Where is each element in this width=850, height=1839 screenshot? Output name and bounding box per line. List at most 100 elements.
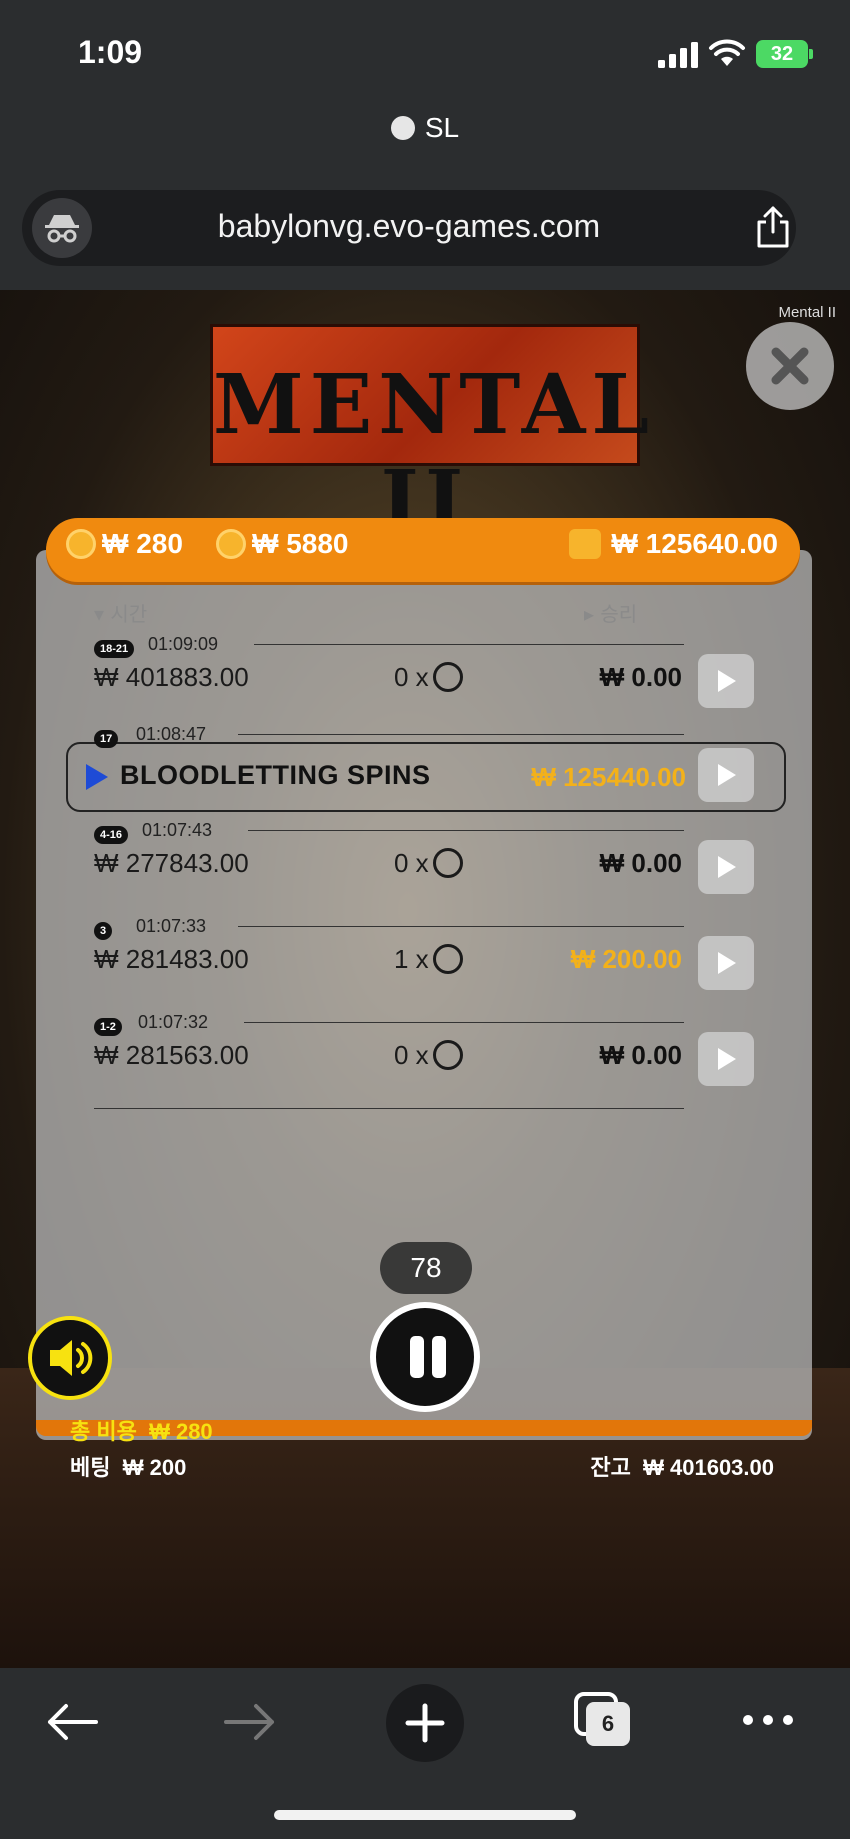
round-bet: ₩ 281563.00 [94, 1040, 249, 1070]
bonus-label: BLOODLETTING SPINS [120, 760, 431, 790]
bet-amount: 베팅 ₩ 200 [70, 1450, 186, 1482]
round-time: 01:07:33 [136, 916, 207, 936]
play-icon [718, 952, 736, 974]
new-tab-button[interactable] [386, 1684, 464, 1762]
round-badge: 4-16 [94, 826, 129, 844]
wallet-icon [569, 529, 602, 559]
back-arrow-icon[interactable] [44, 1700, 100, 1744]
tabs-count: 6 [586, 1702, 630, 1746]
more-options-icon[interactable] [740, 1712, 796, 1728]
round-time: 01:09:09 [148, 634, 219, 654]
replay-button[interactable] [698, 748, 754, 802]
round-badge: 18-21 [94, 640, 135, 658]
home-indicator[interactable] [274, 1810, 576, 1820]
coin-outline-icon [432, 944, 463, 974]
summary-coin-1: ₩ 280 [66, 528, 183, 560]
round-win: ₩ 0.00 [599, 848, 682, 878]
column-header-win[interactable]: ▸ 승리 [584, 598, 637, 627]
play-icon [718, 1048, 736, 1070]
pause-icon-bar [410, 1336, 424, 1378]
pause-button[interactable] [370, 1302, 480, 1412]
summary-coin-2-value: ₩ 5880 [252, 528, 349, 559]
round-win: ₩ 0.00 [599, 662, 682, 692]
url-text[interactable]: babylonvg.evo-games.com [22, 208, 796, 245]
round-multiplier: 0 x [394, 1040, 463, 1071]
column-header-win-label: 승리 [600, 602, 638, 626]
bet-label: 베팅 [70, 1455, 111, 1480]
speaker-icon [50, 1340, 93, 1376]
game-logo: MENTAL II [210, 324, 649, 549]
coin-icon [66, 529, 96, 559]
round-win: ₩ 200.00 [570, 944, 682, 974]
share-icon[interactable] [754, 204, 792, 250]
plus-icon [405, 1703, 445, 1743]
tab-title: SL [0, 112, 850, 144]
history-row: 3 01:07:33 ₩ 281483.00 1 x ₩ 200.00 [94, 916, 684, 1018]
tabs-button[interactable]: 6 [572, 1690, 632, 1748]
round-time: 01:07:43 [142, 820, 213, 840]
wifi-icon [709, 39, 745, 66]
summary-wallet-value: ₩ 125640.00 [611, 528, 778, 559]
game-name-label: Mental II [778, 304, 836, 321]
pause-icon-bar [432, 1336, 446, 1378]
round-multiplier-text: 0 x [394, 848, 429, 878]
history-row: 18-21 01:09:09 ₩ 401883.00 0 x ₩ 0.00 [94, 634, 684, 736]
coin-icon [216, 529, 246, 559]
history-row: 1-2 01:07:32 ₩ 281563.00 0 x ₩ 0.00 [94, 1012, 684, 1114]
tab-favicon-icon [390, 116, 415, 140]
tab-title-text: SL [424, 112, 460, 143]
summary-bar: ₩ 280 ₩ 5880 ₩ 125640.00 [46, 518, 800, 582]
round-win: ₩ 0.00 [599, 1040, 682, 1070]
status-time: 1:09 [78, 34, 143, 70]
coin-outline-icon [432, 1040, 463, 1070]
balance-label: 잔고 [590, 1455, 631, 1480]
battery-tip [809, 49, 813, 59]
round-badge: 17 [94, 730, 119, 748]
round-multiplier: 1 x [394, 944, 463, 975]
history-row-bonus-meta: 17 01:08:47 [94, 724, 684, 748]
replay-button[interactable] [698, 936, 754, 990]
balance: 잔고 ₩ 401603.00 [590, 1450, 774, 1482]
spin-counter: 78 [380, 1242, 472, 1294]
play-icon [718, 856, 736, 878]
column-header-time[interactable]: ▾ 시간 [94, 598, 147, 627]
row-divider [244, 1022, 684, 1023]
sort-right-icon: ▸ [584, 602, 595, 626]
round-multiplier: 0 x [394, 848, 463, 879]
round-multiplier-text: 1 x [394, 944, 429, 974]
summary-wallet: ₩ 125640.00 [569, 528, 778, 560]
summary-coin-1-value: ₩ 280 [102, 528, 183, 559]
round-badge: 3 [94, 922, 113, 940]
game-viewport: Mental II MENTAL II ₩ 280 ₩ 5880 ₩ 12564… [0, 290, 850, 1668]
status-bar: 1:09 32 SL [0, 0, 850, 143]
address-bar[interactable]: babylonvg.evo-games.com [22, 190, 796, 266]
row-divider [254, 644, 684, 645]
round-multiplier: 0 x [394, 662, 463, 693]
cellular-signal-icon [658, 42, 698, 68]
summary-coin-2: ₩ 5880 [216, 528, 349, 560]
total-cost: 총 비용 ₩ 280 [70, 1414, 213, 1446]
total-cost-value: ₩ 280 [149, 1419, 213, 1444]
replay-button[interactable] [698, 654, 754, 708]
close-button[interactable] [746, 322, 834, 410]
row-divider [238, 734, 684, 735]
row-divider [94, 1108, 684, 1109]
sound-button[interactable] [28, 1316, 112, 1400]
round-bet: ₩ 277843.00 [94, 848, 249, 878]
round-badge: 1-2 [94, 1018, 122, 1036]
round-bet: ₩ 281483.00 [94, 944, 249, 974]
sort-down-icon: ▾ [94, 602, 105, 626]
round-time: 01:07:32 [138, 1012, 209, 1032]
bonus-win: ₩ 125440.00 [531, 762, 686, 792]
history-row: 4-16 01:07:43 ₩ 277843.00 0 x ₩ 0.00 [94, 820, 684, 922]
round-bet: ₩ 401883.00 [94, 662, 249, 692]
coin-outline-icon [432, 848, 463, 878]
history-row-bonus[interactable]: BLOODLETTING SPINS ₩ 125440.00 [66, 742, 786, 812]
replay-button[interactable] [698, 1032, 754, 1086]
round-multiplier-text: 0 x [394, 1040, 429, 1070]
close-icon [771, 347, 809, 385]
column-header-time-label: 시간 [110, 602, 148, 626]
replay-button[interactable] [698, 840, 754, 894]
battery-indicator: 32 [756, 40, 808, 68]
forward-arrow-icon[interactable] [222, 1700, 278, 1744]
